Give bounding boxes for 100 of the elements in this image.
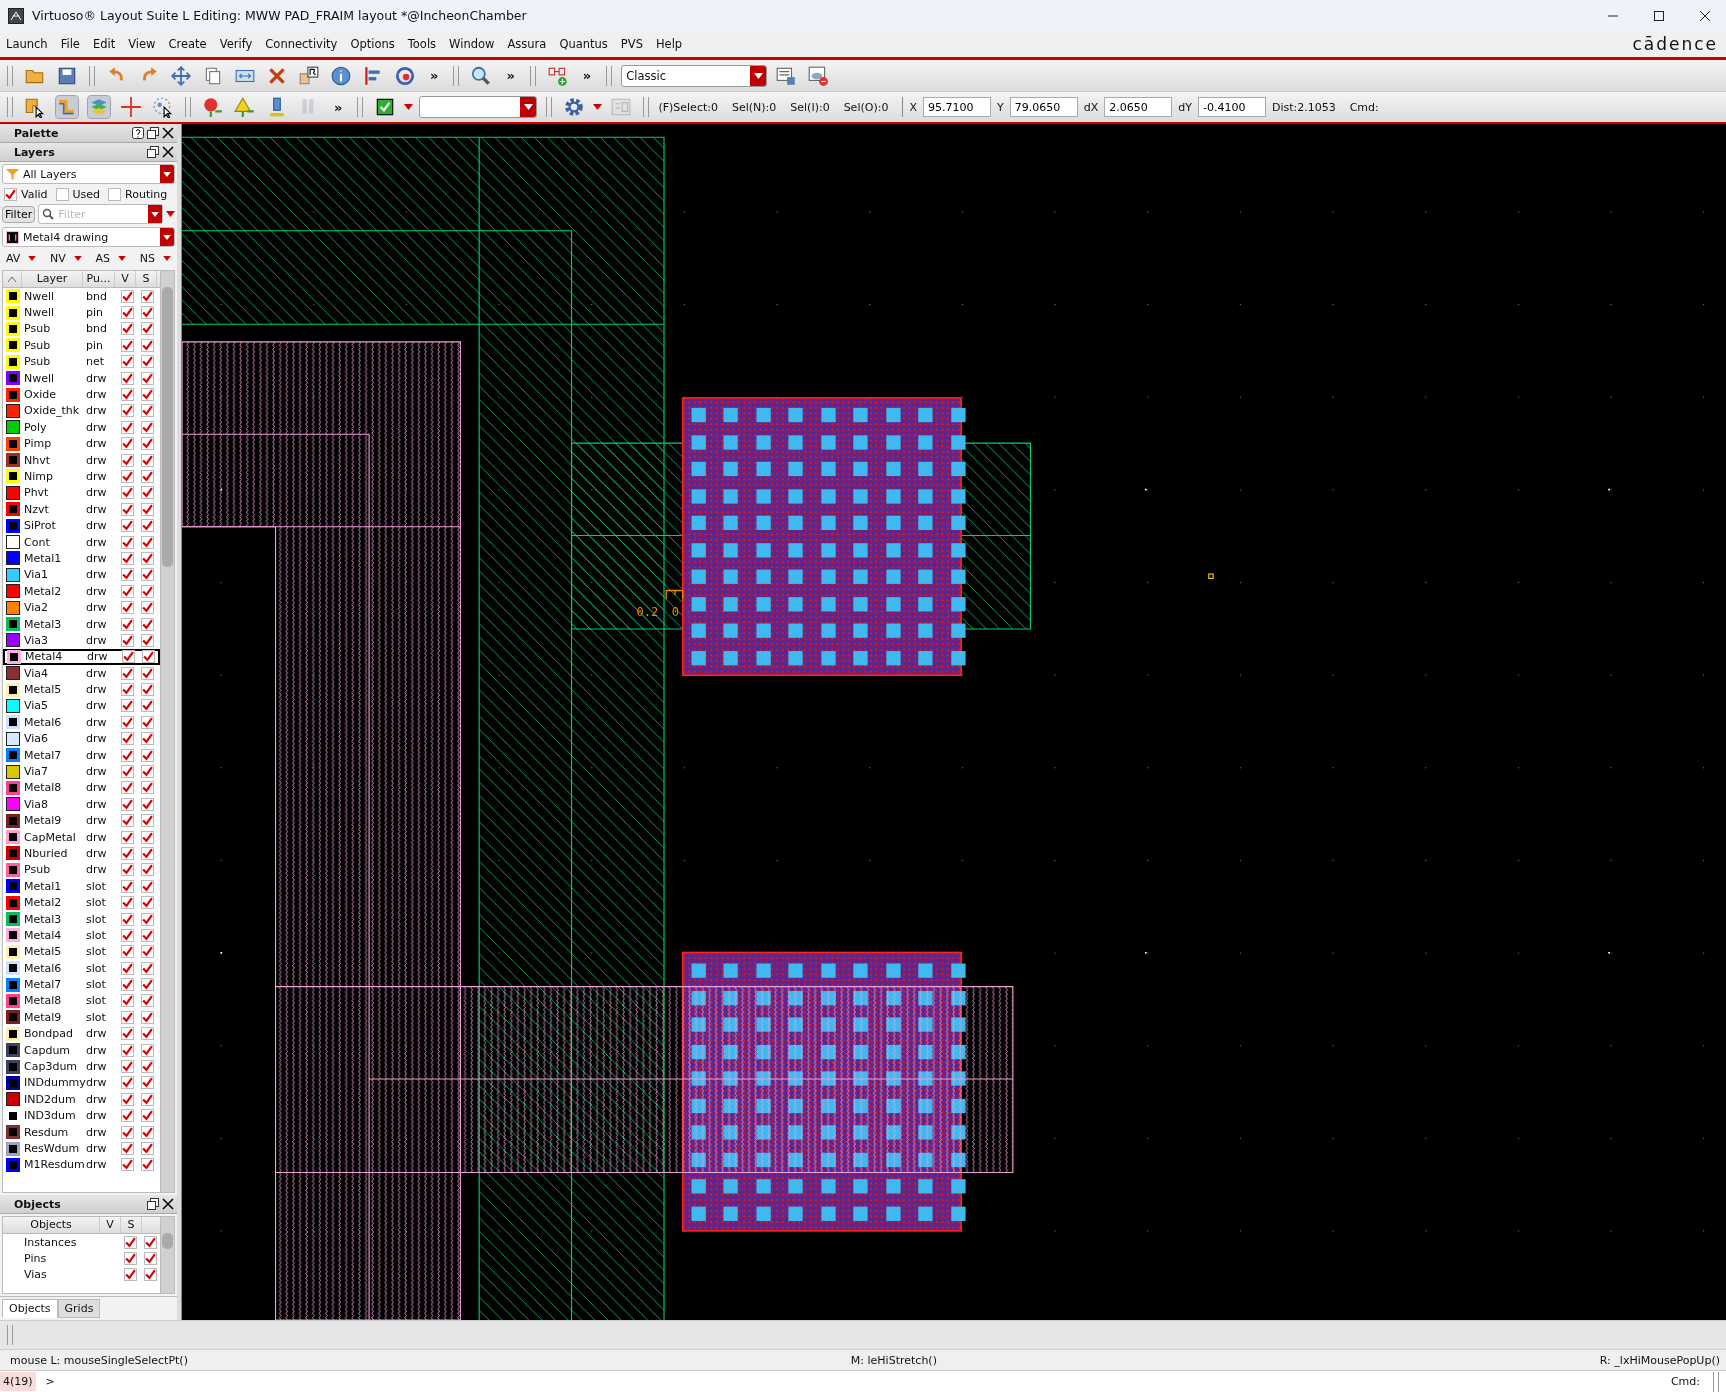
layer-row[interactable]: Via2 drw xyxy=(3,599,160,616)
layer-row[interactable]: SiProt drw xyxy=(3,517,160,534)
layer-row[interactable]: M1Resdumdrw xyxy=(3,1156,160,1174)
layer-row[interactable]: Nwell pin xyxy=(3,304,160,321)
layer-row[interactable]: Metal3 drw xyxy=(3,615,160,633)
layer-row[interactable]: Nzvt drw xyxy=(3,501,160,518)
column-header[interactable]: Objects xyxy=(3,1217,100,1233)
layer-purpose: slot xyxy=(85,928,107,942)
column-header[interactable]: Pu... xyxy=(83,271,115,287)
layer-row[interactable]: Metal6 slot xyxy=(3,960,160,977)
visibility-menu[interactable]: NS xyxy=(139,252,171,265)
layer-set-dropdown[interactable]: All Layers xyxy=(2,164,175,184)
layer-row[interactable]: Via7 drw xyxy=(3,763,160,780)
column-header[interactable]: V xyxy=(100,1217,121,1233)
column-header[interactable]: S xyxy=(136,271,157,287)
layer-row[interactable]: Metal7 drw xyxy=(3,746,160,764)
layer-row[interactable]: Metal3 slot xyxy=(3,910,160,928)
layer-row[interactable]: Cont drw xyxy=(3,533,160,551)
layer-row[interactable]: Bondpad drw xyxy=(3,1025,160,1042)
column-header[interactable]: V xyxy=(115,271,136,287)
layer-row[interactable]: Capdum drw xyxy=(3,1041,160,1059)
layer-row[interactable]: Via3 drw xyxy=(3,632,160,649)
layer-row[interactable]: Metal4 drw xyxy=(3,648,160,665)
layer-row[interactable]: CapMetal drw xyxy=(3,828,160,846)
layer-row[interactable]: Metal4 slot xyxy=(3,927,160,944)
layer-row[interactable]: Phvt drw xyxy=(3,484,160,502)
layer-row[interactable]: Resdum drw xyxy=(3,1123,160,1141)
layer-row[interactable]: Nwell drw xyxy=(3,369,160,387)
menu-item[interactable]: File xyxy=(60,37,80,51)
menu-item[interactable]: Quantus xyxy=(559,37,608,51)
layer-row[interactable]: Oxide_thk drw xyxy=(3,402,160,420)
layer-row[interactable]: Via8 drw xyxy=(3,796,160,813)
layer-row[interactable]: Metal1 slot xyxy=(3,878,160,895)
layer-name: Via3 xyxy=(23,633,50,647)
coordinate-field[interactable]: 95.7100 xyxy=(922,97,991,117)
ruler-label: 0.2 xyxy=(636,604,659,619)
layer-row[interactable]: Via1 drw xyxy=(3,566,160,584)
layer-row[interactable]: Metal6 drw xyxy=(3,714,160,731)
layer-row[interactable]: Nburied drw xyxy=(3,845,160,862)
layer-row[interactable]: Via5 drw xyxy=(3,697,160,715)
layer-row[interactable]: Psub bnd xyxy=(3,320,160,338)
panel-tab[interactable]: Objects xyxy=(2,1299,58,1318)
layer-row[interactable]: Psub net xyxy=(3,353,160,370)
menu-item[interactable]: PVS xyxy=(620,37,643,51)
layer-row[interactable]: Metal5 drw xyxy=(3,681,160,698)
menu-item[interactable]: Verify xyxy=(219,37,253,51)
menu-item[interactable]: Create xyxy=(168,37,207,51)
panel-tab[interactable]: Grids xyxy=(57,1299,101,1318)
menu-item[interactable]: Launch xyxy=(6,37,48,51)
layer-row[interactable]: Metal7 slot xyxy=(3,976,160,993)
current-layer-dropdown[interactable]: Metal4 drawing xyxy=(2,227,175,247)
layer-row[interactable]: Metal5 slot xyxy=(3,943,160,960)
menu-item[interactable]: Connectivity xyxy=(265,37,338,51)
coordinate-field[interactable]: -0.4100 xyxy=(1197,97,1266,117)
menu-item[interactable]: View xyxy=(128,37,156,51)
layer-purpose: drw xyxy=(85,584,108,598)
toolbar-overflow[interactable]: » xyxy=(506,68,515,83)
layer-row[interactable]: Metal1 drw xyxy=(3,550,160,567)
layer-row[interactable]: Cap3dum drw xyxy=(3,1058,160,1075)
layout-canvas[interactable]: 0.2 0 xyxy=(181,124,1726,1320)
menu-item[interactable]: Options xyxy=(350,37,395,51)
column-header[interactable]: Layer xyxy=(22,271,83,287)
layer-row[interactable]: IND2dum drw xyxy=(3,1091,160,1108)
layer-row[interactable]: Psub pin xyxy=(3,337,160,354)
layer-name: Metal9 xyxy=(23,1010,63,1024)
layer-row[interactable]: Metal2 drw xyxy=(3,583,160,600)
layer-row[interactable]: Via4 drw xyxy=(3,665,160,682)
workspace-dropdown[interactable]: Classic xyxy=(621,64,768,87)
layer-row[interactable]: Poly drw xyxy=(3,419,160,436)
column-header[interactable]: S xyxy=(121,1217,142,1233)
visibility-menu[interactable]: NV xyxy=(50,252,82,265)
layer-row[interactable]: Nwell bnd xyxy=(3,288,160,305)
layer-row[interactable]: INDdummydrw xyxy=(3,1074,160,1092)
layer-row[interactable]: Via6 drw xyxy=(3,730,160,747)
menu-item[interactable]: Window xyxy=(449,37,495,51)
menu-item[interactable]: Help xyxy=(655,37,683,51)
coordinate-field[interactable]: 79.0650 xyxy=(1009,97,1078,117)
menu-item[interactable]: Tools xyxy=(407,37,437,51)
checkbox-label: Valid xyxy=(21,188,48,201)
layer-row[interactable]: Psub drw xyxy=(3,861,160,879)
layer-row[interactable]: Pimp drw xyxy=(3,435,160,452)
layer-row[interactable]: Nhvt drw xyxy=(3,451,160,469)
layer-row[interactable]: IND3dum drw xyxy=(3,1107,160,1124)
menu-item[interactable]: Edit xyxy=(92,37,116,51)
layer-row[interactable]: Nimp drw xyxy=(3,468,160,485)
layer-row[interactable]: ResWdum drw xyxy=(3,1140,160,1157)
layer-row[interactable]: Metal9 slot xyxy=(3,1009,160,1026)
coordinate-field[interactable]: 2.0650 xyxy=(1104,97,1173,117)
toolbar-overflow[interactable]: » xyxy=(582,68,592,83)
menu-item[interactable]: Assura xyxy=(507,37,547,51)
layer-row[interactable]: Metal8 slot xyxy=(3,992,160,1010)
visibility-menu[interactable]: AS xyxy=(95,252,127,265)
toolbar-overflow[interactable]: » xyxy=(334,99,343,115)
layer-row[interactable]: Metal2 slot xyxy=(3,894,160,911)
toolbar-overflow[interactable]: » xyxy=(430,68,439,83)
layer-row[interactable]: Oxide drw xyxy=(3,386,160,403)
layer-row[interactable]: Metal9 drw xyxy=(3,812,160,829)
filter-button[interactable]: Filter xyxy=(2,205,36,223)
layer-row[interactable]: Metal8 drw xyxy=(3,779,160,797)
visibility-menu[interactable]: AV xyxy=(6,252,37,265)
